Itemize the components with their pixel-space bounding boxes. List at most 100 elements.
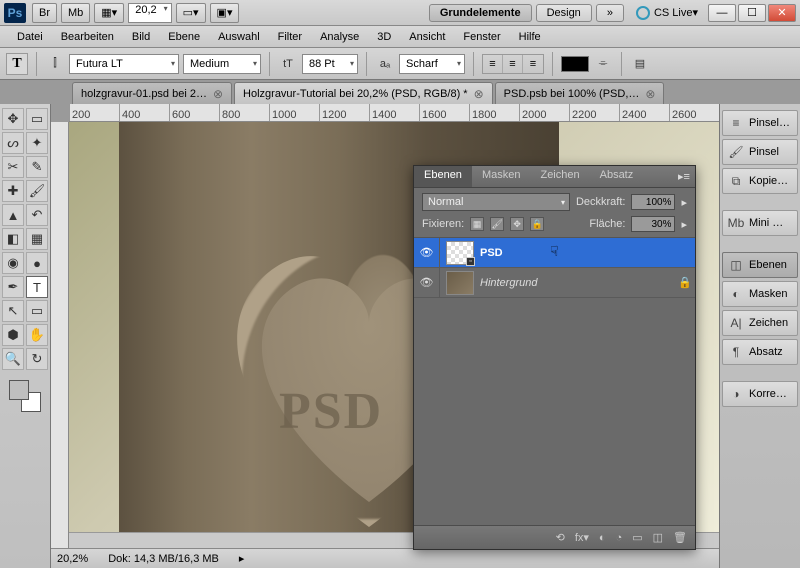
opacity-input[interactable] (631, 194, 675, 210)
font-weight-select[interactable]: Medium (183, 54, 261, 74)
text-color-swatch[interactable] (561, 56, 589, 72)
lock-position-icon[interactable]: ✥ (510, 217, 524, 231)
menu-bearbeiten[interactable]: Bearbeiten (52, 31, 123, 43)
minibridge-button[interactable]: Mb (61, 3, 90, 23)
menu-auswahl[interactable]: Auswahl (209, 31, 269, 43)
status-arrow-icon[interactable]: ▸ (239, 552, 245, 565)
dock-adjustments[interactable]: ◑Korre… (722, 381, 798, 407)
panel-tab-absatz[interactable]: Absatz (590, 166, 644, 187)
layer-effects-icon[interactable]: fx▾ (575, 531, 589, 544)
dock-zeichen[interactable]: A|Zeichen (722, 310, 798, 336)
dock-pinsel[interactable]: 🖌Pinsel (722, 139, 798, 165)
bridge-button[interactable]: Br (32, 3, 57, 23)
warp-text-icon[interactable]: ⌯ (593, 54, 613, 74)
dock-minibridge[interactable]: MbMini … (722, 210, 798, 236)
panel-tab-zeichen[interactable]: Zeichen (530, 166, 589, 187)
new-layer-icon[interactable]: ◫ (653, 531, 663, 544)
menu-ansicht[interactable]: Ansicht (400, 31, 454, 43)
gradient-tool[interactable]: ▦ (26, 228, 48, 250)
lock-transparency-icon[interactable]: ▦ (470, 217, 484, 231)
doc-tab-2-close[interactable]: ⊗ (474, 87, 484, 101)
crop-tool[interactable]: ✂ (2, 156, 24, 178)
status-doc[interactable]: Dok: 14,3 MB/16,3 MB (108, 553, 219, 565)
dock-masken[interactable]: ◐Masken (722, 281, 798, 307)
close-button[interactable]: ✕ (768, 4, 796, 22)
healing-tool[interactable]: ✚ (2, 180, 24, 202)
magic-wand-tool[interactable]: ✦ (26, 132, 48, 154)
align-left-button[interactable]: ≡ (483, 55, 503, 73)
lock-pixels-icon[interactable]: 🖌 (490, 217, 504, 231)
zoom-tool[interactable]: 🔍 (2, 348, 24, 370)
eyedropper-tool[interactable]: ✎ (26, 156, 48, 178)
rotate-view-tool[interactable]: ↻ (26, 348, 48, 370)
workspace-grundelemente[interactable]: Grundelemente (429, 4, 532, 22)
menu-hilfe[interactable]: Hilfe (510, 31, 550, 43)
menu-ebene[interactable]: Ebene (159, 31, 209, 43)
panel-tab-ebenen[interactable]: Ebenen (414, 166, 472, 187)
dodge-tool[interactable]: ● (26, 252, 48, 274)
eraser-tool[interactable]: ◧ (2, 228, 24, 250)
dock-kopie[interactable]: ⧉Kopie… (722, 168, 798, 194)
dock-absatz[interactable]: ¶Absatz (722, 339, 798, 365)
lasso-tool[interactable]: ᔕ (2, 132, 24, 154)
color-swatches[interactable] (9, 380, 41, 412)
pen-tool[interactable]: ✒ (2, 276, 24, 298)
marquee-tool[interactable]: ▭ (26, 108, 48, 130)
visibility-icon[interactable]: 👁 (414, 268, 440, 297)
menu-fenster[interactable]: Fenster (454, 31, 509, 43)
move-tool[interactable]: ✥ (2, 108, 24, 130)
layer-row-psd[interactable]: 👁 ▫ PSD (414, 238, 695, 268)
panel-menu-icon[interactable]: ▸≡ (673, 166, 695, 187)
dock-pinsel-presets[interactable]: ≡Pinsel… (722, 110, 798, 136)
align-center-button[interactable]: ≡ (503, 55, 523, 73)
layer-thumbnail[interactable] (446, 271, 474, 295)
status-zoom[interactable]: 20,2% (57, 553, 88, 565)
zoom-select[interactable]: 20,2 (128, 3, 171, 23)
arrange-button[interactable]: ▭▾ (176, 3, 206, 23)
view-extras-button[interactable]: ▦▾ (94, 3, 124, 23)
doc-tab-2[interactable]: Holzgravur-Tutorial bei 20,2% (PSD, RGB/… (234, 82, 493, 104)
font-size-select[interactable]: 88 Pt (302, 54, 358, 74)
3d-tool[interactable]: ⬢ (2, 324, 24, 346)
lock-all-icon[interactable]: 🔒 (530, 217, 544, 231)
foreground-color-swatch[interactable] (9, 380, 29, 400)
ruler-vertical[interactable] (51, 122, 69, 548)
history-brush-tool[interactable]: ↶ (26, 204, 48, 226)
link-layers-icon[interactable]: ⟲ (556, 531, 565, 544)
menu-analyse[interactable]: Analyse (311, 31, 368, 43)
menu-filter[interactable]: Filter (269, 31, 311, 43)
fill-arrow-icon[interactable]: ▸ (681, 218, 687, 231)
active-tool-icon[interactable]: T (6, 53, 28, 75)
minimize-button[interactable]: — (708, 4, 736, 22)
character-panel-icon[interactable]: ▤ (630, 54, 650, 74)
layers-panel[interactable]: Ebenen Masken Zeichen Absatz ▸≡ Normal D… (413, 165, 696, 550)
fill-input[interactable] (631, 216, 675, 232)
doc-tab-1[interactable]: holzgravur-01.psd bei 2…⊗ (72, 82, 232, 104)
menu-bild[interactable]: Bild (123, 31, 159, 43)
menu-datei[interactable]: Datei (8, 31, 52, 43)
maximize-button[interactable]: ☐ (738, 4, 766, 22)
visibility-icon[interactable]: 👁 (414, 238, 440, 267)
screenmode-button[interactable]: ▣▾ (210, 3, 240, 23)
menu-3d[interactable]: 3D (368, 31, 400, 43)
dock-ebenen[interactable]: ◫Ebenen (722, 252, 798, 278)
layer-mask-icon[interactable]: ◐ (599, 532, 606, 544)
layer-row-hintergrund[interactable]: 👁 Hintergrund 🔒 (414, 268, 695, 298)
panel-tab-masken[interactable]: Masken (472, 166, 531, 187)
ruler-horizontal[interactable]: 2004006008001000120014001600180020002200… (69, 104, 719, 122)
font-family-select[interactable]: Futura LT (69, 54, 179, 74)
new-group-icon[interactable]: ▭ (632, 531, 642, 544)
doc-tab-3[interactable]: PSD.psb bei 100% (PSD,…⊗ (495, 82, 665, 104)
layer-thumbnail[interactable]: ▫ (446, 241, 474, 265)
hand-tool[interactable]: ✋ (26, 324, 48, 346)
antialias-select[interactable]: Scharf (399, 54, 465, 74)
doc-tab-3-close[interactable]: ⊗ (645, 87, 655, 101)
delete-layer-icon[interactable]: 🗑 (673, 531, 687, 544)
text-orientation-icon[interactable]: ⫿ (45, 54, 65, 74)
path-select-tool[interactable]: ↖ (2, 300, 24, 322)
brush-tool[interactable]: 🖌 (26, 180, 48, 202)
layer-name[interactable]: Hintergrund (480, 277, 675, 289)
opacity-arrow-icon[interactable]: ▸ (681, 196, 687, 209)
layer-name[interactable]: PSD (480, 247, 695, 259)
type-tool[interactable]: T (26, 276, 48, 298)
